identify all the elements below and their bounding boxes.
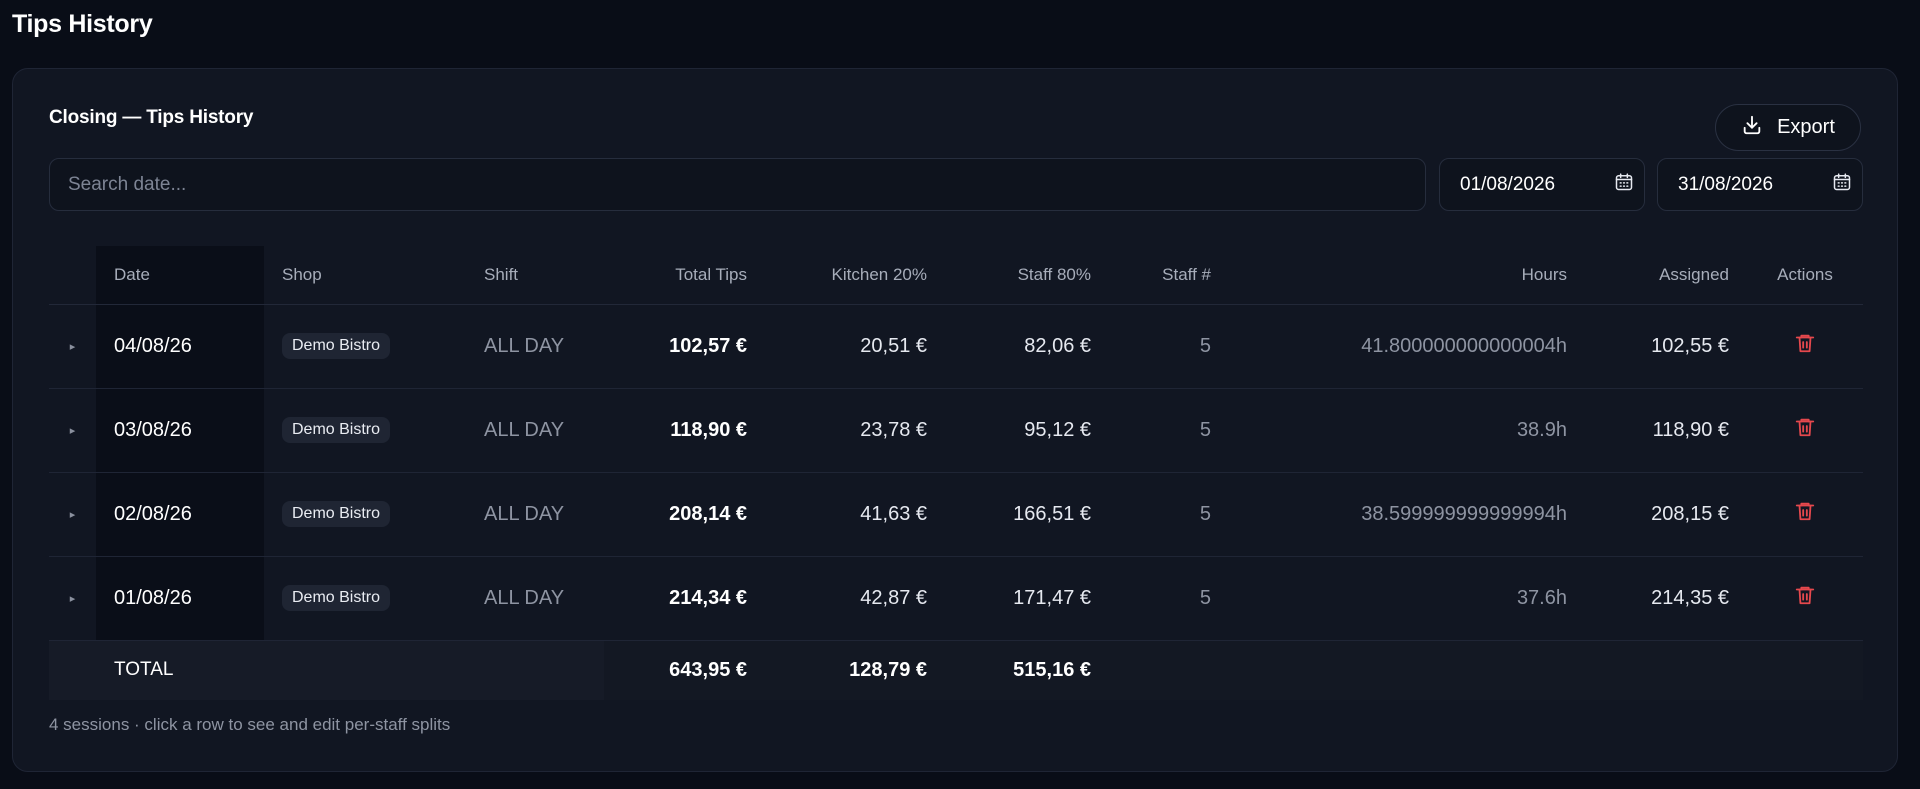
total-spacer	[1229, 640, 1585, 700]
delete-button[interactable]	[1747, 304, 1863, 389]
row-shop: Demo Bistro	[264, 388, 466, 473]
total-kitchen-sum: 128,79 €	[765, 640, 945, 700]
header-expander	[49, 246, 96, 305]
row-staff: 166,51 €	[945, 472, 1109, 557]
date-to-field[interactable]: 31/08/2026	[1657, 158, 1863, 211]
shop-badge: Demo Bistro	[282, 501, 391, 527]
download-icon	[1741, 114, 1763, 142]
total-row: TOTAL 643,95 € 128,79 € 515,16 €	[49, 640, 1863, 700]
caret-right-icon[interactable]: ▸	[49, 556, 96, 641]
header-total-tips[interactable]: Total Tips	[604, 246, 765, 305]
row-kitchen: 41,63 €	[765, 472, 945, 557]
row-shift: ALL DAY	[466, 556, 604, 641]
footnote: 4 sessions · click a row to see and edit…	[49, 715, 451, 734]
header-shift[interactable]: Shift	[466, 246, 604, 305]
row-hours: 41.800000000000004h	[1229, 304, 1585, 389]
table-row[interactable]: ▸ 02/08/26 Demo Bistro ALL DAY 208,14 € …	[49, 472, 1863, 557]
total-tips-sum: 643,95 €	[604, 640, 765, 700]
search-input[interactable]	[49, 158, 1426, 211]
row-kitchen: 20,51 €	[765, 304, 945, 389]
delete-button[interactable]	[1747, 388, 1863, 473]
page-title: Tips History	[12, 10, 153, 38]
row-shop: Demo Bistro	[264, 304, 466, 389]
total-spacer	[466, 640, 604, 700]
caret-right-icon[interactable]: ▸	[49, 388, 96, 473]
row-date: 01/08/26	[96, 556, 264, 641]
row-shift: ALL DAY	[466, 304, 604, 389]
shop-badge: Demo Bistro	[282, 417, 391, 443]
export-button[interactable]: Export	[1715, 104, 1861, 151]
header-actions: Actions	[1747, 246, 1863, 305]
header-assigned[interactable]: Assigned	[1585, 246, 1747, 305]
header-hours[interactable]: Hours	[1229, 246, 1585, 305]
row-kitchen: 42,87 €	[765, 556, 945, 641]
calendar-icon[interactable]	[1832, 172, 1852, 198]
caret-right-icon[interactable]: ▸	[49, 472, 96, 557]
table-row[interactable]: ▸ 03/08/26 Demo Bistro ALL DAY 118,90 € …	[49, 388, 1863, 473]
trash-icon	[1795, 586, 1815, 605]
row-shift: ALL DAY	[466, 388, 604, 473]
total-spacer	[1109, 640, 1229, 700]
total-spacer	[1747, 640, 1863, 700]
row-staff-count: 5	[1109, 472, 1229, 557]
export-label: Export	[1777, 116, 1835, 138]
calendar-icon[interactable]	[1614, 172, 1634, 198]
row-assigned: 214,35 €	[1585, 556, 1747, 641]
date-from-value: 01/08/2026	[1460, 173, 1556, 195]
date-to-value: 31/08/2026	[1678, 173, 1774, 195]
tips-table: Date Shop Shift Total Tips Kitchen 20% S…	[49, 246, 1863, 700]
header-shop[interactable]: Shop	[264, 246, 466, 305]
delete-button[interactable]	[1747, 472, 1863, 557]
shop-badge: Demo Bistro	[282, 333, 391, 359]
caret-right-icon[interactable]: ▸	[49, 304, 96, 389]
total-spacer	[264, 640, 466, 700]
row-hours: 38.9h	[1229, 388, 1585, 473]
trash-icon	[1795, 502, 1815, 521]
row-staff: 82,06 €	[945, 304, 1109, 389]
total-spacer	[1585, 640, 1747, 700]
header-staff-count[interactable]: Staff #	[1109, 246, 1229, 305]
header-kitchen[interactable]: Kitchen 20%	[765, 246, 945, 305]
row-total-tips: 208,14 €	[604, 472, 765, 557]
row-shop: Demo Bistro	[264, 556, 466, 641]
total-spacer	[49, 640, 96, 700]
row-assigned: 208,15 €	[1585, 472, 1747, 557]
row-kitchen: 23,78 €	[765, 388, 945, 473]
row-shop: Demo Bistro	[264, 472, 466, 557]
row-assigned: 102,55 €	[1585, 304, 1747, 389]
table-row[interactable]: ▸ 01/08/26 Demo Bistro ALL DAY 214,34 € …	[49, 556, 1863, 641]
table-row[interactable]: ▸ 04/08/26 Demo Bistro ALL DAY 102,57 € …	[49, 304, 1863, 389]
trash-icon	[1795, 418, 1815, 437]
shop-badge: Demo Bistro	[282, 585, 391, 611]
row-staff: 95,12 €	[945, 388, 1109, 473]
row-staff: 171,47 €	[945, 556, 1109, 641]
row-total-tips: 118,90 €	[604, 388, 765, 473]
total-label: TOTAL	[96, 640, 264, 700]
row-date: 02/08/26	[96, 472, 264, 557]
date-from-field[interactable]: 01/08/2026	[1439, 158, 1645, 211]
row-shift: ALL DAY	[466, 472, 604, 557]
row-hours: 37.6h	[1229, 556, 1585, 641]
trash-icon	[1795, 334, 1815, 353]
row-date: 04/08/26	[96, 304, 264, 389]
row-date: 03/08/26	[96, 388, 264, 473]
tips-history-card: Closing — Tips History Export 01/08/2026…	[12, 68, 1898, 772]
row-total-tips: 214,34 €	[604, 556, 765, 641]
table-header-row: Date Shop Shift Total Tips Kitchen 20% S…	[49, 246, 1863, 305]
header-staff[interactable]: Staff 80%	[945, 246, 1109, 305]
row-staff-count: 5	[1109, 304, 1229, 389]
row-total-tips: 102,57 €	[604, 304, 765, 389]
delete-button[interactable]	[1747, 556, 1863, 641]
header-date[interactable]: Date	[96, 246, 264, 305]
row-staff-count: 5	[1109, 388, 1229, 473]
total-staff-sum: 515,16 €	[945, 640, 1109, 700]
row-staff-count: 5	[1109, 556, 1229, 641]
card-title: Closing — Tips History	[49, 107, 254, 128]
row-hours: 38.599999999999994h	[1229, 472, 1585, 557]
row-assigned: 118,90 €	[1585, 388, 1747, 473]
